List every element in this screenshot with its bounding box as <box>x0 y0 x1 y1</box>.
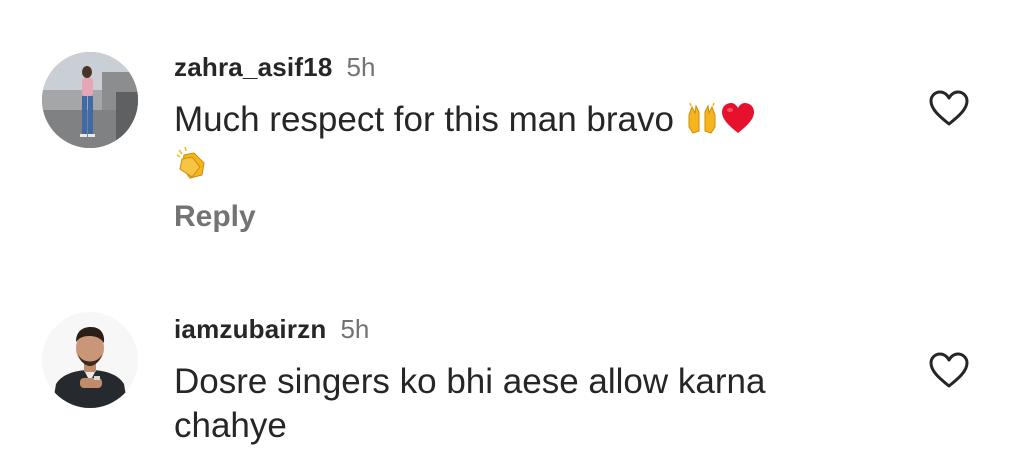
raising-hands-emoji-icon <box>684 101 720 137</box>
username[interactable]: iamzubairzn <box>174 314 326 345</box>
heart-outline-icon <box>929 90 969 126</box>
timestamp: 5h <box>340 314 370 344</box>
comment-meta: zahra_asif18 5h <box>174 52 874 84</box>
reply-button[interactable]: Reply <box>174 200 874 234</box>
comment-text: Dosre singers ko bhi aese allow karna ch… <box>174 362 766 445</box>
timestamp: 5h <box>346 52 376 82</box>
username[interactable]: zahra_asif18 <box>174 52 333 83</box>
avatar-photo <box>42 52 138 148</box>
red-heart-emoji-icon <box>720 101 756 137</box>
comment-body: iamzubairzn 5h Dosre singers ko bhi aese… <box>174 314 874 448</box>
avatar[interactable] <box>42 312 138 408</box>
comment-item: zahra_asif18 5h Much respect for this ma… <box>0 0 1024 270</box>
comment-text: Much respect for this man bravo <box>174 98 864 186</box>
like-button[interactable] <box>927 350 971 390</box>
avatar[interactable] <box>42 52 138 148</box>
comment-text-content: Much respect for this man bravo <box>174 100 674 139</box>
comment-meta: iamzubairzn 5h <box>174 314 874 346</box>
heart-outline-icon <box>929 352 969 388</box>
clapping-hands-emoji-icon <box>174 145 210 181</box>
comment-item: iamzubairzn 5h Dosre singers ko bhi aese… <box>0 270 1024 460</box>
comment-body: zahra_asif18 5h Much respect for this ma… <box>174 52 874 234</box>
avatar-photo <box>42 312 138 408</box>
like-button[interactable] <box>927 88 971 128</box>
